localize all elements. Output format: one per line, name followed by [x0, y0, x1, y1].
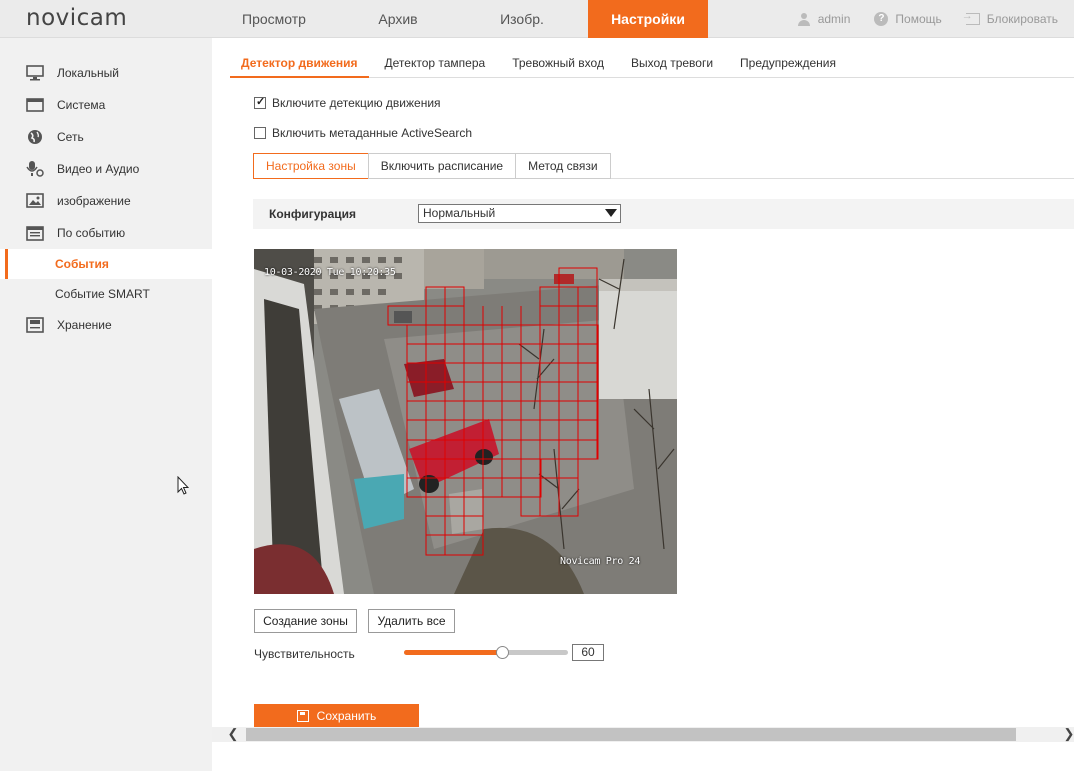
sidebar-item-label: Сеть	[57, 130, 84, 144]
enable-metadata-checkbox[interactable]	[254, 127, 266, 139]
config-steps: Настройка зоны Включить расписание Метод…	[253, 153, 1074, 179]
step-enable-schedule[interactable]: Включить расписание	[367, 153, 516, 179]
sensitivity-slider[interactable]	[404, 646, 568, 659]
step-linkage-method[interactable]: Метод связи	[515, 153, 611, 179]
main-content: Детектор движения Детектор тампера Трево…	[212, 38, 1074, 771]
tab-alarm-input[interactable]: Тревожный вход	[501, 38, 615, 78]
scroll-right-icon[interactable]: ❯	[1062, 727, 1074, 742]
event-subtabs: Детектор движения Детектор тампера Трево…	[230, 38, 1074, 78]
mouse-cursor-icon	[177, 476, 189, 495]
globe-icon	[26, 129, 44, 145]
delete-all-button[interactable]: Удалить все	[368, 609, 455, 633]
sensitivity-fill	[404, 650, 503, 655]
sidebar-item-label: изображение	[57, 194, 131, 208]
microphone-icon	[26, 161, 44, 177]
enable-motion-checkbox[interactable]	[254, 95, 266, 109]
enable-motion-label: Включите детекцию движения	[272, 96, 441, 110]
sidebar-item-video-audio[interactable]: Видео и Аудио	[0, 153, 212, 185]
help-icon: ?	[874, 12, 889, 26]
sidebar-subitem-events[interactable]: События	[0, 249, 212, 279]
configuration-select[interactable]: Нормальный	[418, 204, 621, 223]
configuration-row: Конфигурация Нормальный	[253, 199, 1074, 229]
tab-archive[interactable]: Архив	[336, 0, 460, 38]
top-bar: novicam Просмотр Архив Изобр. Настройки …	[0, 0, 1074, 38]
image-icon	[26, 193, 44, 209]
lock-link[interactable]: Блокировать	[962, 10, 1058, 26]
sidebar-item-event[interactable]: По событию	[0, 217, 212, 249]
lock-label: Блокировать	[986, 12, 1058, 26]
save-icon	[296, 710, 309, 722]
sidebar: Локальный Система Сеть Видео и Аудио изо…	[0, 38, 212, 771]
sidebar-item-storage[interactable]: Хранение	[0, 309, 212, 341]
user-name: admin	[817, 12, 851, 26]
tab-live-view[interactable]: Просмотр	[212, 0, 336, 38]
sidebar-subitem-smart-event[interactable]: Событие SMART	[0, 279, 212, 309]
tab-settings[interactable]: Настройки	[588, 0, 708, 38]
sidebar-item-label: По событию	[57, 226, 126, 240]
scroll-left-icon[interactable]: ❮	[226, 727, 240, 742]
horizontal-scrollbar[interactable]: ❮ ❯	[212, 727, 1074, 742]
tab-alarm-output[interactable]: Выход тревоги	[620, 38, 724, 78]
configuration-label: Конфигурация	[269, 207, 357, 221]
help-label: Помощь	[895, 12, 942, 26]
enable-motion-row: Включите детекцию движения	[254, 95, 441, 110]
monitor-icon	[26, 65, 44, 81]
chevron-down-icon	[605, 209, 617, 217]
sidebar-item-image[interactable]: изображение	[0, 185, 212, 217]
sidebar-item-label: Система	[57, 98, 106, 112]
window-icon	[26, 97, 44, 113]
sidebar-item-label: Локальный	[57, 66, 119, 80]
user-icon	[797, 12, 811, 26]
tab-picture[interactable]: Изобр.	[460, 0, 584, 38]
tab-warnings[interactable]: Предупреждения	[729, 38, 847, 78]
logout-icon	[962, 10, 980, 25]
save-button[interactable]: Сохранить	[254, 704, 419, 728]
video-timestamp: 10-03-2020 Tue 10:20:35	[264, 267, 396, 278]
storage-icon	[26, 317, 44, 333]
enable-metadata-label: Включить метаданные ActiveSearch	[272, 126, 472, 140]
tab-tamper-detection[interactable]: Детектор тампера	[374, 38, 497, 78]
top-navigation: Просмотр Архив Изобр. Настройки	[212, 0, 708, 38]
help-link[interactable]: ? Помощь	[874, 12, 942, 26]
user-menu[interactable]: admin	[797, 12, 851, 26]
scrollbar-thumb[interactable]	[246, 728, 1016, 741]
create-zone-button[interactable]: Создание зоны	[254, 609, 357, 633]
enable-metadata-row: Включить метаданные ActiveSearch	[254, 126, 472, 140]
sidebar-item-system[interactable]: Система	[0, 89, 212, 121]
top-right-menu: admin ? Помощь Блокировать	[797, 0, 1058, 38]
video-watermark: Novicam Pro 24	[560, 556, 641, 567]
sidebar-item-label: Хранение	[57, 318, 112, 332]
sidebar-item-network[interactable]: Сеть	[0, 121, 212, 153]
sensitivity-value-input[interactable]: 60	[572, 644, 604, 661]
save-label: Сохранить	[316, 709, 377, 723]
sensitivity-label: Чувствительность	[254, 647, 355, 661]
novicam-logo: novicam	[26, 5, 128, 31]
sensitivity-handle[interactable]	[496, 646, 510, 659]
sidebar-item-label: Видео и Аудио	[57, 162, 140, 176]
calendar-icon	[26, 225, 44, 241]
camera-preview[interactable]: 10-03-2020 Tue 10:20:35 Novicam Pro 24	[254, 249, 677, 594]
tab-motion-detection[interactable]: Детектор движения	[230, 38, 369, 78]
step-zone-setup[interactable]: Настройка зоны	[253, 153, 368, 179]
configuration-value: Нормальный	[423, 206, 496, 220]
camera-scene	[254, 249, 677, 594]
sidebar-item-local[interactable]: Локальный	[0, 57, 212, 89]
